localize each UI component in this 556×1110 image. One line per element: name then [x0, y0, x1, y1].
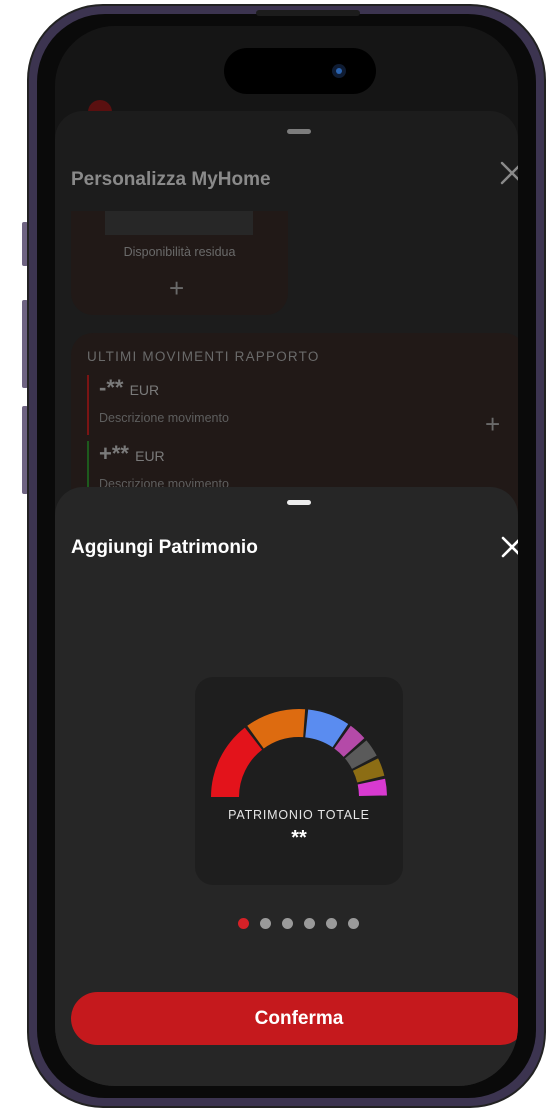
gauge-segment — [211, 727, 263, 797]
amount-value: -** — [99, 375, 124, 400]
pagination-dot[interactable] — [260, 918, 271, 929]
gauge-segment — [357, 778, 387, 796]
sheet-drag-handle[interactable] — [287, 129, 311, 134]
screen: Personalizza MyHome Disponibilità residu… — [55, 26, 518, 1086]
plus-icon[interactable]: + — [485, 411, 500, 437]
sheet-title: Personalizza MyHome — [71, 169, 271, 190]
card-label: Disponibilità residua — [123, 245, 236, 259]
phone-frame: Personalizza MyHome Disponibilità residu… — [27, 4, 546, 1108]
close-icon[interactable] — [498, 159, 518, 187]
pagination-dot[interactable] — [304, 918, 315, 929]
movement-description: Descrizione movimento — [99, 411, 229, 425]
patrimony-gauge-chart — [211, 709, 387, 797]
amount-currency: EUR — [129, 382, 160, 398]
dynamic-island — [224, 48, 376, 94]
sheet-title: Aggiungi Patrimonio — [71, 537, 258, 558]
pagination-dot-active[interactable] — [238, 918, 249, 929]
movement-indicator — [87, 375, 89, 435]
residual-availability-card[interactable]: Disponibilità residua + — [71, 211, 288, 315]
widget-value: ** — [291, 827, 307, 849]
widget-label: PATRIMONIO TOTALE — [228, 808, 370, 822]
close-icon[interactable] — [498, 533, 518, 561]
plus-icon[interactable]: + — [169, 275, 184, 301]
movement-amount: +** EUR — [99, 441, 165, 467]
card-title: ULTIMI MOVIMENTI RAPPORTO — [87, 349, 320, 364]
confirm-button[interactable]: Conferma — [71, 992, 518, 1045]
phone-bezel: Personalizza MyHome Disponibilità residu… — [37, 14, 536, 1098]
speaker-grille — [256, 10, 360, 16]
movement-amount: -** EUR — [99, 375, 159, 401]
pagination-dot[interactable] — [282, 918, 293, 929]
amount-value: +** — [99, 441, 129, 466]
sheet-drag-handle[interactable] — [287, 500, 311, 505]
pagination-dots — [238, 918, 378, 930]
pagination-dot[interactable] — [326, 918, 337, 929]
total-patrimony-widget[interactable]: PATRIMONIO TOTALE ** — [195, 677, 403, 885]
card-header-bar — [105, 211, 253, 235]
amount-currency: EUR — [135, 448, 165, 464]
camera-icon — [332, 64, 346, 78]
pagination-dot[interactable] — [348, 918, 359, 929]
add-patrimony-sheet: Aggiungi Patrimonio PATRIMONIO TOTALE **… — [55, 487, 518, 1086]
